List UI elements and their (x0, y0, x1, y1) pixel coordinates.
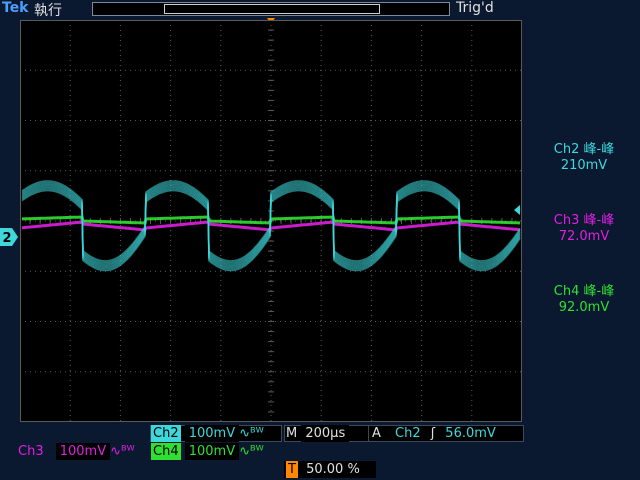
ch2-label[interactable]: Ch2 (151, 425, 181, 442)
ch3-bandwidth-limit-icon: ∿ᴮᵂ (110, 444, 135, 459)
acquisition-status: 執行 (34, 3, 62, 19)
measurement-ch2-peak-to-peak: Ch2 峰-峰 210mV (528, 142, 640, 174)
timebase-value[interactable]: 200µs (301, 425, 350, 442)
trigger-slope-icon[interactable]: ʃ (431, 426, 435, 441)
trigger-source[interactable]: Ch2 (395, 426, 421, 441)
ch3-label[interactable]: Ch3 (18, 444, 44, 459)
status-bar: Tek 執行 Trig'd (0, 0, 640, 19)
measurement-label: Ch2 峰-峰 (553, 142, 615, 157)
trigger-level[interactable]: 56.0mV (445, 426, 496, 441)
measurement-value: 72.0mV (558, 229, 610, 244)
ch3-scale[interactable]: 100mV (55, 443, 111, 460)
trigger-mode: A (372, 426, 381, 441)
ch2-bandwidth-limit-icon: ∿ᴮᵂ (239, 426, 264, 441)
measurement-label: Ch4 峰-峰 (553, 284, 615, 299)
trigger-level-marker (514, 205, 520, 215)
waveform-display[interactable] (20, 20, 522, 422)
timebase-label: M (286, 426, 298, 441)
waveform-graticule (20, 20, 522, 422)
ch2-scale[interactable]: 100mV (184, 425, 240, 442)
measurement-value: 210mV (560, 158, 608, 173)
channel-2-ground-marker[interactable]: 2 (0, 228, 18, 246)
measurement-label: Ch3 峰-峰 (553, 213, 615, 228)
measurement-ch3-peak-to-peak: Ch3 峰-峰 72.0mV (528, 213, 640, 245)
ch4-scale[interactable]: 100mV (184, 443, 240, 460)
brand-logo: Tek (2, 0, 29, 16)
ch4-bandwidth-limit-icon: ∿ᴮᵂ (239, 444, 264, 459)
trigger-status: Trig'd (456, 0, 494, 16)
measurement-ch4-peak-to-peak: Ch4 峰-峰 92.0mV (528, 284, 640, 316)
trigger-position-icon: T (286, 461, 298, 478)
record-view-window[interactable] (164, 4, 380, 14)
svg-text:2: 2 (2, 231, 11, 246)
trigger-position-value[interactable]: 50.00 % (306, 462, 360, 477)
measurement-value: 92.0mV (558, 300, 610, 315)
ch4-label[interactable]: Ch4 (151, 443, 181, 460)
